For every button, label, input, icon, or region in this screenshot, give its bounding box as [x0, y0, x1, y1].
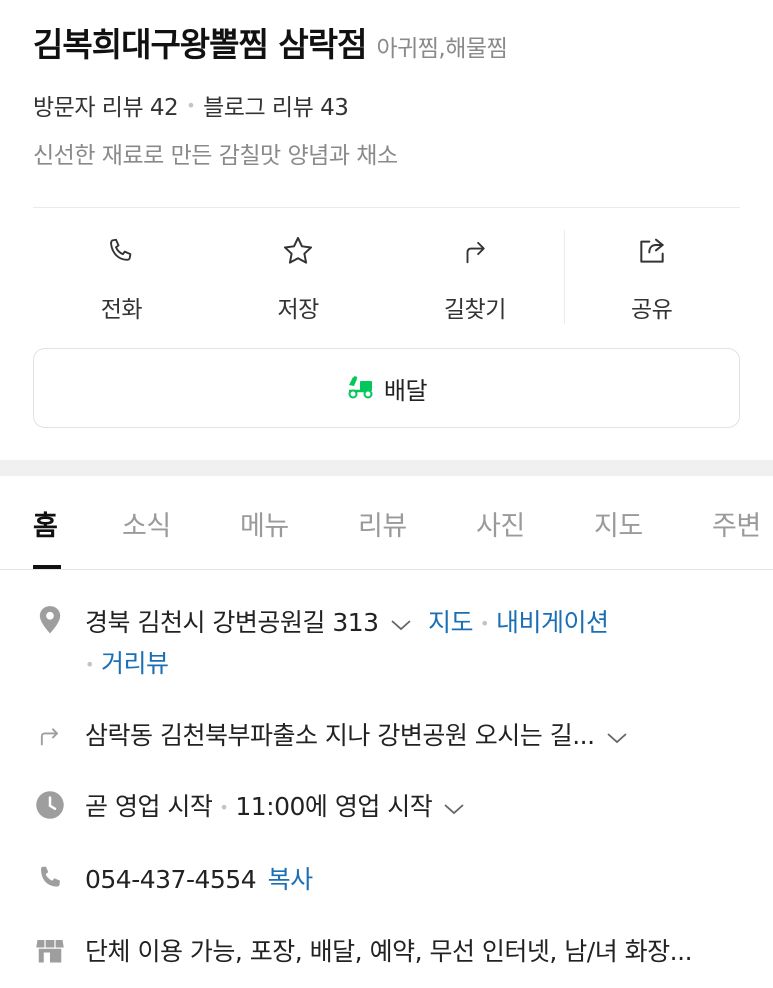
location-pin-icon: [33, 603, 67, 637]
directions-icon: [455, 232, 495, 270]
copy-button[interactable]: 복사: [268, 865, 314, 894]
hours-status: 곧 영업 시작: [85, 792, 213, 821]
tab-map[interactable]: 지도: [594, 504, 643, 543]
delivery-label: 배달: [383, 376, 428, 405]
action-bar: 전화 저장 길찾기 공유: [33, 228, 740, 324]
active-tab-indicator: [33, 565, 61, 569]
star-icon: [278, 232, 318, 270]
map-link[interactable]: 지도: [428, 608, 474, 637]
separator-dot: •: [219, 798, 229, 817]
hours-detail: 11:00에 영업 시작: [235, 792, 433, 821]
tab-bar: 홈 소식 메뉴 리뷰 사진 지도 주변: [0, 476, 773, 570]
phone-icon: [101, 232, 141, 270]
action-divider: [564, 230, 565, 324]
address-row: 경북 김천시 강변공원길 313 지도 • 내비게이션 • 거리뷰: [33, 603, 753, 685]
share-label: 공유: [630, 297, 673, 323]
chevron-down-icon[interactable]: [442, 789, 466, 827]
place-category: 아귀찜,해물찜: [376, 36, 508, 62]
separator-dot: •: [85, 655, 94, 674]
amenities-row: 단체 이용 가능, 포장, 배달, 예약, 무선 인터넷, 남/녀 화장...: [33, 933, 753, 971]
call-label: 전화: [100, 297, 143, 323]
delivery-button[interactable]: 배달: [33, 348, 740, 428]
call-button[interactable]: 전화: [33, 228, 210, 324]
amenities-text: 단체 이용 가능, 포장, 배달, 예약, 무선 인터넷, 남/녀 화장...: [85, 937, 693, 966]
navigation-link[interactable]: 내비게이션: [496, 608, 609, 637]
tab-photos[interactable]: 사진: [476, 504, 525, 543]
section-separator: [0, 460, 773, 476]
header-divider: [33, 207, 740, 208]
phone-row: 054-437-4554 복사: [33, 861, 753, 899]
delivery-scooter-icon: [346, 372, 376, 404]
phone-icon: [33, 861, 67, 895]
place-header: 김복희대구왕뽈찜 삼락점 아귀찜,해물찜 방문자 리뷰 42 • 블로그 리뷰 …: [33, 18, 740, 170]
clock-icon: [33, 788, 67, 822]
directions-text: 삼락동 김천북부파출소 지나 강변공원 오시는 길...: [85, 721, 595, 750]
chevron-down-icon[interactable]: [389, 604, 413, 644]
store-icon: [33, 933, 67, 967]
phone-number[interactable]: 054-437-4554: [85, 865, 257, 894]
place-tagline: 신선한 재료로 만든 감칠맛 양념과 채소: [33, 143, 398, 169]
tab-menu[interactable]: 메뉴: [240, 504, 289, 543]
directions-row: 삼락동 김천북부파출소 지나 강변공원 오시는 길...: [33, 717, 753, 756]
visitor-reviews-link[interactable]: 방문자 리뷰 42: [33, 88, 179, 122]
tab-reviews[interactable]: 리뷰: [358, 504, 407, 543]
separator-dot: •: [480, 614, 489, 633]
save-label: 저장: [277, 297, 319, 323]
directions-button[interactable]: 길찾기: [387, 228, 564, 324]
hours-row: 곧 영업 시작 • 11:00에 영업 시작: [33, 788, 753, 827]
street-view-link[interactable]: 거리뷰: [101, 649, 169, 678]
save-button[interactable]: 저장: [210, 228, 387, 324]
address-text: 경북 김천시 강변공원길 313: [85, 608, 379, 637]
directions-label: 길찾기: [443, 297, 506, 323]
tab-home[interactable]: 홈: [33, 504, 58, 543]
blog-reviews-link[interactable]: 블로그 리뷰 43: [203, 88, 349, 122]
place-name: 김복희대구왕뽈찜 삼락점: [33, 25, 367, 64]
tab-news[interactable]: 소식: [122, 504, 171, 543]
share-icon: [632, 232, 672, 270]
route-icon: [33, 717, 67, 751]
separator-dot: •: [186, 95, 196, 115]
share-button[interactable]: 공유: [563, 228, 740, 324]
tab-nearby[interactable]: 주변: [712, 504, 761, 543]
chevron-down-icon[interactable]: [605, 718, 629, 756]
review-counts: 방문자 리뷰 42 • 블로그 리뷰 43: [33, 88, 740, 122]
title-row: 김복희대구왕뽈찜 삼락점 아귀찜,해물찜: [33, 18, 740, 66]
